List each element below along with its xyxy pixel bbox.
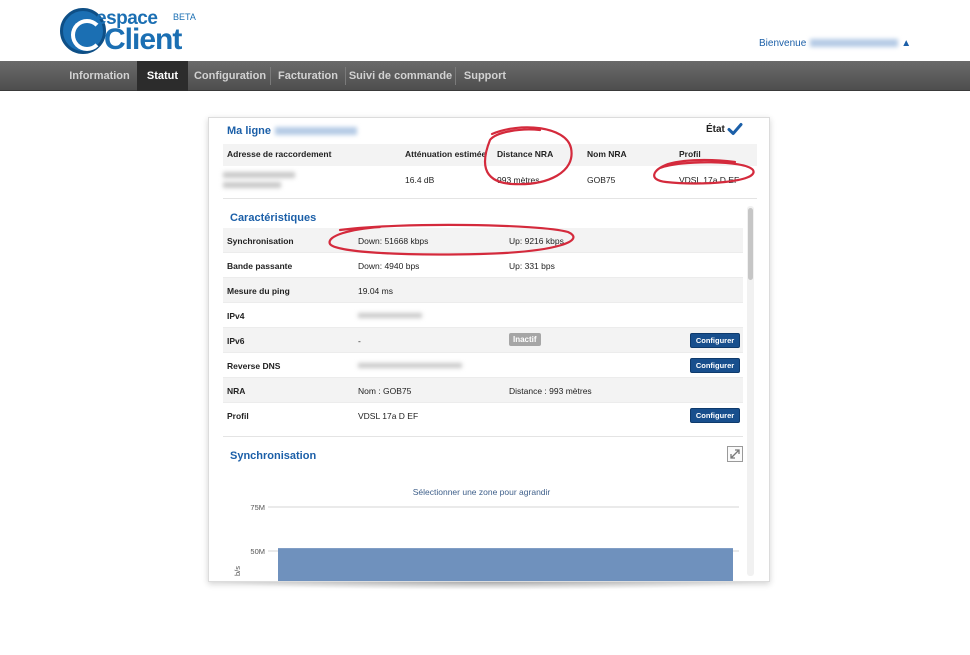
welcome-user-menu[interactable]: Bienvenue ▲ — [759, 38, 911, 49]
col-attenuation: Atténuation estimée — [405, 149, 487, 159]
row-ping: Mesure du ping 19.04 ms — [223, 278, 743, 303]
configure-ipv6-button[interactable]: Configurer — [690, 333, 740, 348]
line-title: Ma ligne — [227, 125, 358, 137]
row-ipv4: IPv4 — [223, 303, 743, 328]
sync-down-value: Down: 51668 kbps — [358, 236, 429, 246]
nav-item-facturation[interactable]: Facturation — [271, 61, 345, 91]
nav-item-suivi-commande[interactable]: Suivi de commande — [346, 61, 455, 91]
welcome-label: Bienvenue — [759, 38, 807, 49]
expand-arrows-icon — [730, 449, 740, 459]
nra-name-value: Nom : GOB75 — [358, 386, 412, 396]
card-shadow — [214, 582, 764, 590]
row-synchronisation: Synchronisation Down: 51668 kbps Up: 921… — [223, 228, 743, 253]
row-ipv6: IPv6 - Inactif Configurer — [223, 328, 743, 353]
chevron-up-icon: ▲ — [901, 38, 912, 49]
nra-distance-value: Distance : 993 mètres — [509, 386, 592, 396]
reverse-dns-redacted — [358, 363, 462, 368]
expand-icon[interactable] — [727, 446, 743, 462]
nav-item-configuration[interactable]: Configuration — [190, 61, 270, 91]
address-redacted-line1 — [223, 172, 295, 178]
row-label: NRA — [227, 386, 246, 396]
row-label: Profil — [227, 411, 249, 421]
line-info-values: 16.4 dB 993 mètres GOB75 VDSL 17a D EF — [223, 166, 757, 196]
nav-item-information[interactable]: Information — [62, 61, 137, 91]
row-nra: NRA Nom : GOB75 Distance : 993 mètres — [223, 378, 743, 403]
col-profil: Profil — [679, 149, 701, 159]
row-label: Mesure du ping — [227, 286, 290, 296]
distance-nra-value: 993 mètres — [497, 175, 540, 185]
row-label: Reverse DNS — [227, 361, 281, 371]
address-redacted-line2 — [223, 182, 281, 188]
bandwidth-down-value: Down: 4940 bps — [358, 261, 420, 271]
ipv6-value: - — [358, 336, 361, 346]
row-reverse-dns: Reverse DNS Configurer — [223, 353, 743, 378]
logo-client-text: Client — [104, 23, 182, 56]
divider — [223, 436, 743, 437]
row-label: IPv4 — [227, 311, 245, 321]
espace-client-logo[interactable]: espace Client BETA — [60, 6, 200, 56]
ipv6-status-badge: Inactif — [509, 333, 541, 346]
y-tick-75m: 75M — [250, 503, 265, 512]
top-header: espace Client BETA Bienvenue ▲ — [0, 0, 970, 61]
bandwidth-up-value: Up: 331 bps — [509, 261, 555, 271]
divider — [223, 198, 757, 199]
row-profil: Profil VDSL 17a D EF Configurer — [223, 403, 743, 428]
ping-value: 19.04 ms — [358, 286, 393, 296]
configure-reverse-dns-button[interactable]: Configurer — [690, 358, 740, 373]
profil-value: VDSL 17a D EF — [679, 175, 740, 185]
logo-beta-text: BETA — [173, 12, 196, 22]
profil-row-value: VDSL 17a D EF — [358, 411, 419, 421]
checkmark-icon — [727, 123, 743, 135]
etat-label: État — [706, 124, 725, 135]
col-distance-nra: Distance NRA — [497, 149, 554, 159]
row-bande-passante: Bande passante Down: 4940 bps Up: 331 bp… — [223, 253, 743, 278]
main-nav: Information Statut Configuration Factura… — [0, 61, 970, 91]
scrollbar-thumb[interactable] — [748, 208, 753, 280]
attenuation-value: 16.4 dB — [405, 175, 435, 185]
chart-zoom-hint: Sélectionner une zone pour agrandir — [412, 487, 551, 497]
sync-up-value: Up: 9216 kbps — [509, 236, 564, 246]
row-label: Bande passante — [227, 261, 293, 271]
col-nom-nra: Nom NRA — [587, 149, 627, 159]
line-number-redacted — [275, 127, 358, 136]
username-redacted — [810, 39, 899, 48]
sync-chart[interactable]: 75M 50M b/s — [223, 498, 743, 582]
ipv4-redacted — [358, 313, 422, 318]
sync-area-series — [278, 548, 733, 581]
row-label: Synchronisation — [227, 236, 294, 246]
nom-nra-value: GOB75 — [587, 175, 616, 185]
sync-chart-title: Synchronisation — [230, 450, 317, 462]
nav-item-statut[interactable]: Statut — [137, 61, 188, 91]
characteristics-title: Caractéristiques — [230, 212, 317, 224]
nav-item-support[interactable]: Support — [456, 61, 514, 91]
y-tick-50m: 50M — [250, 547, 265, 556]
y-axis-label: b/s — [233, 566, 242, 576]
configure-profil-button[interactable]: Configurer — [690, 408, 740, 423]
status-card: Ma ligne État Adresse de raccordement At… — [208, 117, 770, 582]
line-title-label: Ma ligne — [227, 125, 272, 137]
row-label: IPv6 — [227, 336, 245, 346]
col-adresse: Adresse de raccordement — [227, 149, 332, 159]
line-info-header: Adresse de raccordement Atténuation esti… — [223, 144, 757, 166]
